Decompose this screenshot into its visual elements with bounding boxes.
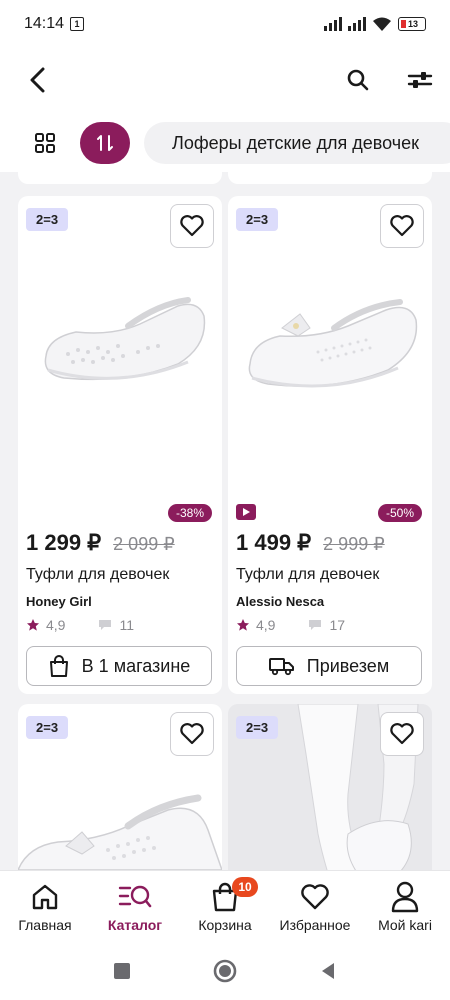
old-price: 2 099 ₽ [113,534,175,554]
star-icon [237,619,249,631]
category-chip[interactable]: Лоферы детские для девочек [144,122,450,164]
nav-favorites-label: Избранное [279,917,351,933]
in-store-button[interactable]: В 1 магазине [26,646,212,686]
discount-badge: -38% [167,504,212,522]
rating-row: 4,9 11 [26,617,134,633]
search-button[interactable] [340,62,376,98]
grid-view-button[interactable] [28,126,62,160]
discount-badge: -50% [377,504,422,522]
nav-profile[interactable]: Мой kari [360,871,450,942]
favorite-button[interactable] [380,204,424,248]
cart-count-badge: 10 [232,877,258,897]
signal-icon [324,17,342,31]
filter-sliders-icon [407,72,433,88]
system-navigation-bar [0,942,450,1000]
nav-profile-label: Мой kari [378,917,432,933]
product-image [44,297,206,381]
nav-home-label: Главная [18,917,72,933]
heart-icon [390,723,414,745]
nav-catalog[interactable]: Каталог [90,871,180,942]
favorite-button[interactable] [170,712,214,756]
star-icon [27,619,39,631]
sort-arrows-icon [97,135,113,151]
signal-2-icon [348,17,366,31]
grid-icon [35,133,55,153]
heart-icon [301,884,329,910]
shopping-bag-icon [49,655,68,677]
promo-badge: 2=3 [236,208,279,231]
rating-value: 4,9 [256,617,276,633]
catalog-search-icon [118,885,152,908]
filter-button[interactable] [402,62,438,98]
favorite-button[interactable] [170,204,214,248]
video-badge [236,504,256,520]
product-grid: 2=3 -38% 1 299 ₽ 2 099 ₽ Туфли для девоч… [0,172,450,870]
back-triangle-icon[interactable] [318,961,338,981]
nav-favorites[interactable]: Избранное [270,871,360,942]
back-button[interactable] [20,62,56,98]
home-icon [32,884,58,910]
play-icon [243,508,250,516]
price-row: 1 299 ₽ 2 099 ₽ [26,530,175,556]
previous-card-edge [228,172,432,184]
product-card[interactable]: 2=3 -50% 1 499 ₽ 2 999 ₽ Туфли для девоч… [228,196,432,694]
truck-icon [268,658,294,676]
battery-icon: 13 [398,17,426,31]
back-arrow-icon [30,67,45,93]
nav-home[interactable]: Главная [0,871,90,942]
reviews-count: 11 [119,617,135,633]
price: 1 499 ₽ [236,530,312,555]
product-card[interactable]: 2=3 -38% 1 299 ₽ 2 099 ₽ Туфли для девоч… [18,196,222,694]
product-image [248,299,418,388]
favorite-button[interactable] [380,712,424,756]
category-chip-label: Лоферы детские для девочек [172,132,419,153]
heart-icon [390,215,414,237]
delivery-button[interactable]: Привезем [236,646,422,686]
status-time: 14:14 [24,15,65,32]
notification-icon: 1 [70,17,85,31]
rating-value: 4,9 [46,617,66,633]
comment-icon [99,620,112,630]
product-card[interactable]: 2=3 [228,704,432,870]
home-circle-icon[interactable] [212,958,238,984]
product-card[interactable]: 2=3 [18,704,222,870]
heart-icon [180,215,204,237]
sort-button[interactable] [80,122,130,164]
product-brand: Honey Girl [26,594,92,609]
product-brand: Alessio Nesca [236,594,325,609]
product-title: Туфли для девочек [236,566,380,583]
heart-icon [180,723,204,745]
wifi-icon [373,17,391,31]
bottom-navigation: Главная Каталог 10 Корзина Избранное Мой… [0,870,450,942]
product-image [18,794,222,870]
in-store-label: В 1 магазине [81,655,191,676]
promo-badge: 2=3 [26,716,69,739]
promo-badge: 2=3 [26,208,69,231]
status-bar: 14:14 1 13 [0,0,450,48]
nav-cart[interactable]: 10 Корзина [180,871,270,942]
search-icon [347,69,369,91]
comment-icon [309,620,322,630]
price: 1 299 ₽ [26,530,102,555]
nav-catalog-label: Каталог [107,917,163,933]
recent-apps-icon[interactable] [112,961,132,981]
delivery-label: Привезем [306,655,390,676]
user-icon [391,881,419,913]
old-price: 2 999 ₽ [323,534,385,554]
reviews-count: 17 [329,617,346,633]
promo-badge: 2=3 [236,716,279,739]
price-row: 1 499 ₽ 2 999 ₽ [236,530,385,556]
product-title: Туфли для девочек [26,566,170,583]
previous-card-edge [18,172,222,184]
top-bar [0,48,450,112]
filter-row: Лоферы детские для девочек [0,112,450,172]
nav-cart-label: Корзина [198,917,252,933]
rating-row: 4,9 17 [236,617,345,633]
